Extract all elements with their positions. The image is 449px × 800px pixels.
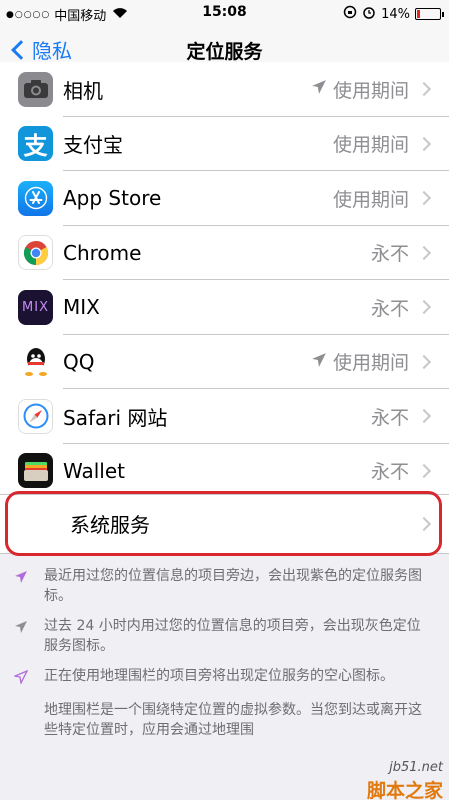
location-permission-value: 使用期间 <box>333 185 409 212</box>
chevron-right-icon <box>416 245 432 260</box>
chevron-right-icon <box>416 516 432 532</box>
system-services-label: 系统服务 <box>70 513 150 537</box>
app-store-icon <box>18 180 53 216</box>
location-permission-value: 使用期间 <box>333 130 409 157</box>
location-permission-value: 使用期间 <box>311 348 409 375</box>
note-purple-text: 最近用过您的位置信息的项目旁边，会出现紫色的定位服务图标。 <box>44 568 422 604</box>
watermark-brand: 脚本之家 <box>366 780 443 800</box>
location-footnotes: 最近用过您的位置信息的项目旁边，会出现紫色的定位服务图标。 过去 24 小时内用… <box>0 566 449 740</box>
chevron-right-icon <box>416 354 432 369</box>
battery-fill <box>417 10 420 18</box>
location-permission-value: 永不 <box>371 239 409 266</box>
app-row[interactable]: QQ 使用期间 <box>0 335 449 389</box>
page-title: 定位服务 <box>186 41 263 63</box>
rotation-lock-icon <box>343 5 357 23</box>
battery-icon <box>415 8 444 20</box>
app-name: QQ <box>63 349 95 374</box>
permission-text: 永不 <box>370 461 409 484</box>
location-permission-value: 永不 <box>371 457 409 484</box>
battery-percent: 14% <box>381 6 410 22</box>
app-row[interactable]: App Store 使用期间 <box>0 171 449 226</box>
app-name: 支付宝 <box>63 133 123 158</box>
app-name: Wallet <box>63 458 126 483</box>
app-row[interactable]: MIX MIX 永不 <box>0 280 449 335</box>
chevron-right-icon <box>416 463 432 478</box>
app-row[interactable]: 相机 使用期间 <box>0 62 449 117</box>
safari-icon <box>18 398 53 434</box>
watermark: jb51.net 脚本之家 <box>319 730 449 800</box>
permission-text: 使用期间 <box>332 134 409 157</box>
location-arrow-icon <box>311 78 333 100</box>
chevron-right-icon <box>416 191 432 206</box>
alipay-icon: 支 <box>18 126 53 162</box>
status-right: 14% <box>343 5 444 23</box>
permission-text: 永不 <box>370 243 409 266</box>
note-purple: 最近用过您的位置信息的项目旁边，会出现紫色的定位服务图标。 <box>0 566 449 606</box>
chrome-icon <box>18 235 53 271</box>
location-arrow-icon <box>311 351 333 373</box>
location-permission-value: 永不 <box>371 294 409 321</box>
chevron-right-icon <box>416 409 432 424</box>
gray-location-arrow-icon <box>15 621 27 633</box>
app-row[interactable]: 支支付宝 使用期间 <box>0 117 449 171</box>
app-row[interactable]: Safari 网站 永不 <box>0 389 449 444</box>
permission-text: 永不 <box>370 297 409 320</box>
alarm-icon <box>362 5 376 23</box>
purple-location-arrow-icon <box>15 571 27 583</box>
chevron-right-icon <box>416 82 432 97</box>
chevron-right-icon <box>416 300 432 315</box>
watermark-url: jb51.net <box>389 760 443 775</box>
mix-icon: MIX <box>18 289 53 325</box>
permission-text: 使用期间 <box>332 79 409 102</box>
location-permission-value: 使用期间 <box>311 76 409 103</box>
permission-text: 使用期间 <box>332 188 409 211</box>
app-row[interactable]: Chrome 永不 <box>0 226 449 280</box>
app-name: Safari 网站 <box>63 405 168 430</box>
status-bar: ●○○○○ 中国移动 15:08 14% <box>0 0 449 26</box>
permission-text: 永不 <box>370 406 409 429</box>
camera-icon <box>18 71 53 107</box>
note-gray: 过去 24 小时内用过您的位置信息的项目旁，会出现灰色定位服务图标。 <box>0 616 449 656</box>
permission-text: 使用期间 <box>332 352 409 375</box>
app-row[interactable]: Wallet 永不 <box>0 444 449 499</box>
wallet-icon <box>18 453 53 489</box>
note-gray-text: 过去 24 小时内用过您的位置信息的项目旁，会出现灰色定位服务图标。 <box>44 618 421 654</box>
app-name: Chrome <box>63 240 142 265</box>
hollow-location-arrow-icon <box>14 670 28 684</box>
note-hollow-text: 正在使用地理围栏的项目旁将出现定位服务的空心图标。 <box>44 668 394 684</box>
system-services-row[interactable]: 系统服务 <box>0 494 449 554</box>
note-hollow: 正在使用地理围栏的项目旁将出现定位服务的空心图标。 <box>0 666 449 686</box>
qq-icon <box>18 344 53 380</box>
chevron-right-icon <box>416 136 432 151</box>
location-permission-value: 永不 <box>371 403 409 430</box>
app-name: App Store <box>63 186 162 211</box>
app-name: 相机 <box>63 78 103 103</box>
app-location-list: 相机 使用期间支支付宝 使用期间 App Store 使用期间 Chrome 永不 MIX MI… <box>0 62 449 498</box>
app-name: MIX <box>63 295 100 320</box>
